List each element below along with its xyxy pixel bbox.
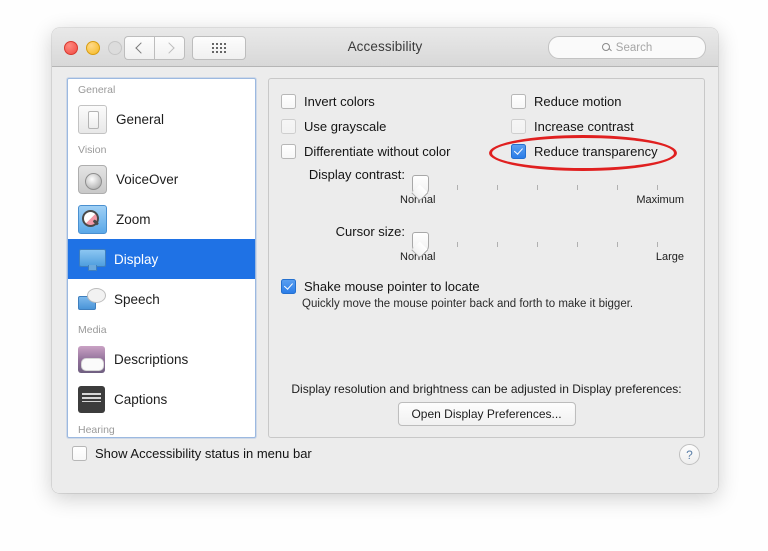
cursor-size-slider-group: Cursor size: Normal Large	[281, 224, 693, 263]
descriptions-icon	[78, 345, 105, 373]
checkbox-label: Invert colors	[304, 93, 375, 109]
checkbox-use-grayscale[interactable]: Use grayscale	[281, 116, 450, 136]
display-contrast-row: Display contrast:	[281, 167, 693, 196]
category-sidebar[interactable]: General General Vision VoiceOver Zoom Di	[67, 78, 256, 438]
checkbox-box[interactable]	[281, 93, 296, 109]
sidebar-group-vision: Vision	[78, 144, 107, 156]
checkbox-reduce-motion[interactable]: Reduce motion	[511, 91, 658, 111]
sidebar-group-media: Media	[78, 324, 107, 336]
sidebar-item-label: Descriptions	[114, 351, 189, 367]
sidebar-item-display[interactable]: Display	[68, 239, 255, 279]
checkbox-label: Shake mouse pointer to locate	[304, 279, 480, 294]
display-contrast-label: Display contrast:	[308, 167, 405, 182]
slider-end-labels: Normal Large	[400, 251, 684, 263]
window-body: General General Vision VoiceOver Zoom Di	[52, 67, 718, 493]
checkbox-box[interactable]	[281, 143, 296, 159]
checkbox-increase-contrast[interactable]: Increase contrast	[511, 116, 658, 136]
checkbox-show-accessibility-status[interactable]: Show Accessibility status in menu bar	[72, 446, 312, 461]
checkbox-box[interactable]	[281, 118, 296, 134]
sidebar-item-captions[interactable]: Captions	[68, 379, 255, 419]
window-bottom-bar: Show Accessibility status in menu bar ?	[52, 436, 718, 493]
checkbox-box[interactable]	[511, 93, 526, 109]
checkbox-label: Reduce transparency	[534, 143, 658, 159]
display-preferences-note: Display resolution and brightness can be…	[291, 382, 682, 396]
checkbox-label: Use grayscale	[304, 118, 387, 134]
sidebar-item-label: Speech	[114, 291, 160, 307]
checkbox-label: Increase contrast	[534, 118, 634, 134]
screenshot-root: Accessibility Search General General Vis…	[0, 0, 768, 551]
slider-max-label: Large	[655, 251, 684, 263]
zoom-icon	[78, 204, 107, 234]
checkbox-invert-colors[interactable]: Invert colors	[281, 91, 450, 111]
cursor-size-row: Cursor size:	[281, 224, 693, 253]
sidebar-item-voiceover[interactable]: VoiceOver	[68, 159, 255, 199]
captions-icon	[78, 385, 105, 413]
checkbox-label: Show Accessibility status in menu bar	[95, 446, 312, 461]
window-titlebar: Accessibility Search	[52, 28, 718, 67]
checkbox-column-right: Reduce motion Increase contrast Reduce t…	[511, 91, 658, 166]
checkbox-label: Differentiate without color	[304, 143, 451, 159]
slider-ticks	[412, 242, 684, 250]
checkbox-shake-mouse-pointer[interactable]: Shake mouse pointer to locate	[281, 279, 633, 294]
help-button[interactable]: ?	[679, 444, 700, 465]
slider-end-labels: Normal Maximum	[400, 194, 684, 206]
checkbox-label: Reduce motion	[534, 93, 622, 109]
search-field[interactable]: Search	[548, 36, 706, 59]
shake-pointer-group: Shake mouse pointer to locate Quickly mo…	[281, 279, 633, 310]
cursor-size-label: Cursor size:	[335, 224, 405, 239]
general-icon	[78, 104, 107, 134]
sidebar-item-speech[interactable]: Speech	[68, 279, 255, 319]
sidebar-item-label: Display	[114, 251, 159, 267]
sidebar-item-zoom[interactable]: Zoom	[68, 199, 255, 239]
checkbox-box[interactable]	[281, 279, 296, 294]
checkbox-box[interactable]	[72, 446, 87, 461]
sidebar-item-label: Captions	[114, 391, 168, 407]
sidebar-item-label: Zoom	[116, 211, 151, 227]
display-settings-panel: Invert colors Use grayscale Differentiat…	[268, 78, 705, 438]
checkbox-box[interactable]	[511, 143, 526, 159]
speech-icon	[78, 286, 106, 313]
display-icon	[78, 246, 106, 273]
slider-max-label: Maximum	[636, 194, 684, 206]
slider-ticks	[412, 185, 684, 193]
sidebar-item-label: VoiceOver	[116, 171, 179, 187]
voiceover-icon	[78, 164, 107, 194]
search-icon	[601, 43, 611, 52]
display-contrast-slider-group: Display contrast: Normal Maximum	[281, 167, 693, 206]
sidebar-item-label: General	[116, 111, 165, 127]
checkbox-reduce-transparency[interactable]: Reduce transparency	[511, 141, 658, 161]
sidebar-group-general: General	[78, 84, 116, 96]
search-placeholder: Search	[615, 41, 653, 54]
shake-description: Quickly move the mouse pointer back and …	[302, 298, 634, 310]
sidebar-item-descriptions[interactable]: Descriptions	[68, 339, 255, 379]
sidebar-item-general[interactable]: General	[68, 99, 255, 139]
open-display-preferences-button[interactable]: Open Display Preferences...	[397, 402, 576, 426]
checkbox-box[interactable]	[511, 118, 526, 134]
system-preferences-window: Accessibility Search General General Vis…	[52, 28, 718, 493]
checkbox-column-left: Invert colors Use grayscale Differentiat…	[281, 91, 450, 166]
checkbox-differentiate-without-color[interactable]: Differentiate without color	[281, 141, 450, 161]
